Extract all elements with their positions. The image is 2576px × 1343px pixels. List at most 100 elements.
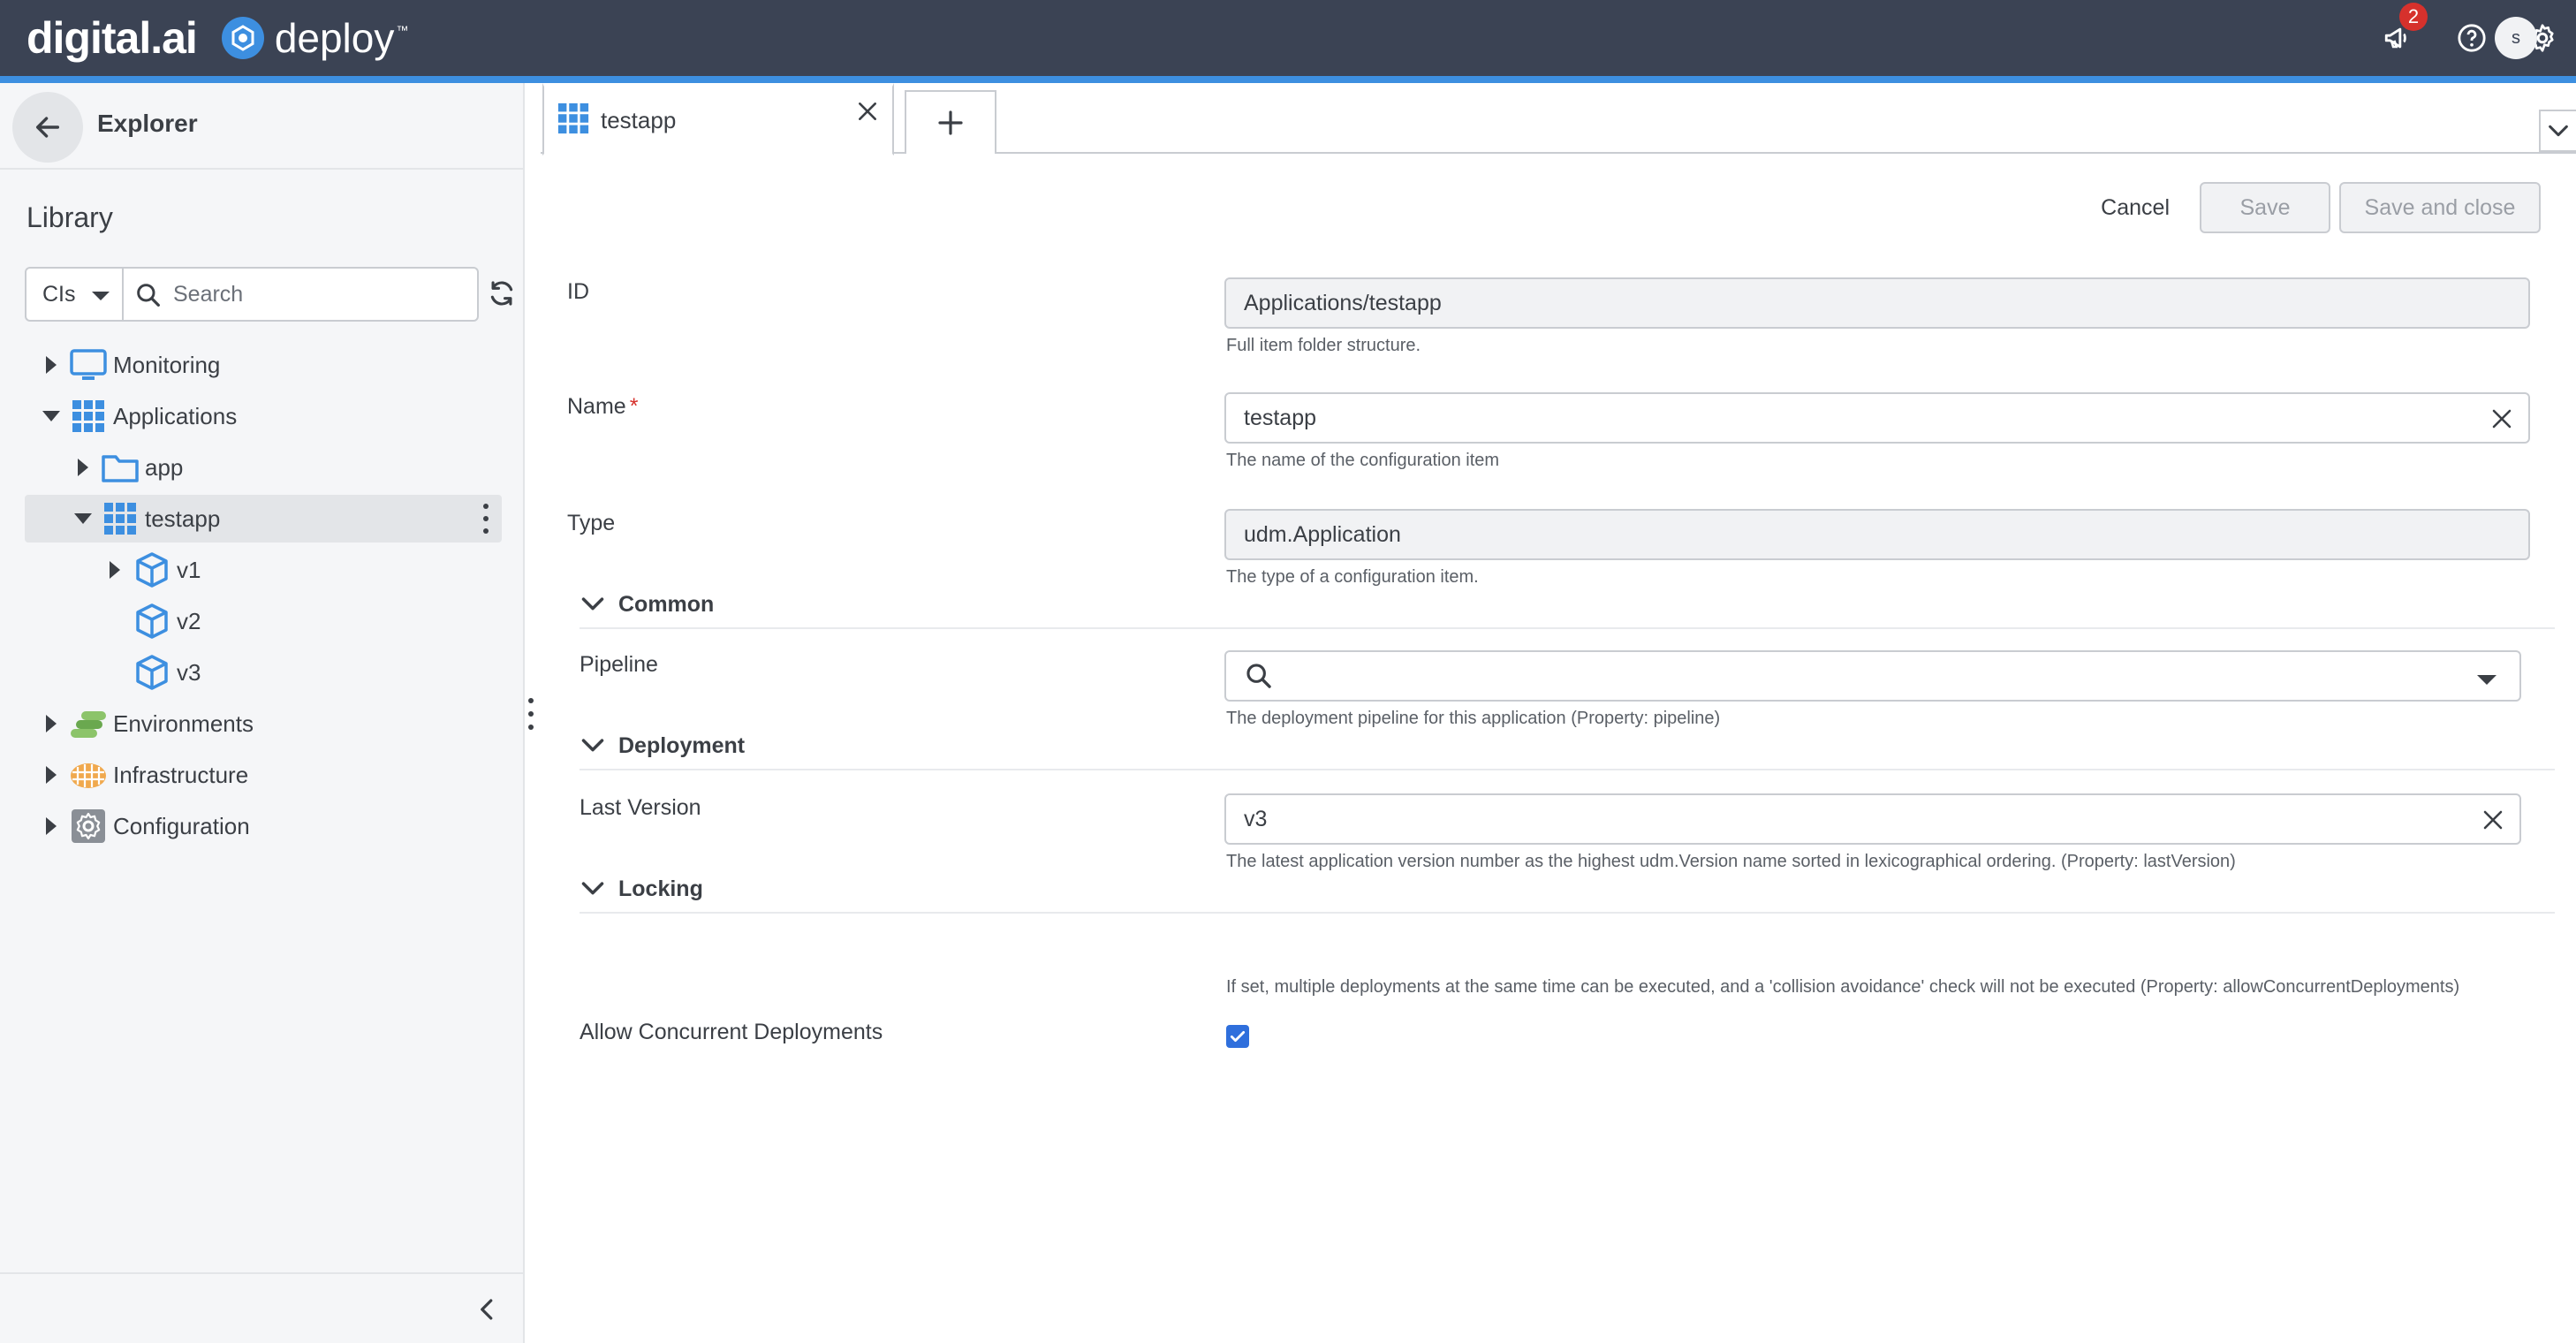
tree-item-label: Infrastructure — [113, 761, 249, 788]
search-box — [122, 267, 479, 322]
panel-resize-handle[interactable] — [527, 698, 535, 730]
name-value: testapp — [1244, 405, 1317, 430]
allow-concurrent-label: Allow Concurrent Deployments — [580, 1020, 883, 1044]
type-field: udm.Application — [1224, 509, 2530, 560]
search-input[interactable] — [173, 274, 465, 315]
package-icon — [133, 550, 171, 589]
chevron-left-icon — [481, 1299, 493, 1320]
plus-icon — [938, 110, 963, 135]
tree-item-v3[interactable]: v3 — [25, 649, 502, 696]
expand-toggle[interactable] — [106, 561, 124, 579]
last-version-field[interactable]: v3 — [1224, 793, 2521, 845]
expand-toggle[interactable] — [42, 766, 60, 784]
expand-toggle[interactable] — [42, 356, 60, 374]
accent-strip — [0, 76, 2576, 83]
tree-item-app[interactable]: app — [25, 444, 502, 491]
clear-last-version-button[interactable] — [2481, 808, 2505, 832]
tree-item-label: Environments — [113, 709, 254, 737]
brand[interactable]: digital.ai deploy ™ — [27, 11, 408, 65]
product-name: deploy — [274, 15, 395, 61]
deploy-logo-icon — [221, 17, 264, 59]
checkmark-icon — [1230, 1031, 1246, 1042]
last-version-value: v3 — [1244, 806, 1268, 831]
help-icon — [2458, 24, 2486, 52]
user-avatar[interactable]: s — [2495, 17, 2537, 59]
refresh-button[interactable] — [484, 276, 519, 311]
section-title: Deployment — [618, 732, 746, 758]
tree-item-applications[interactable]: Applications — [25, 392, 502, 440]
name-field[interactable]: testapp — [1224, 392, 2530, 444]
allow-concurrent-checkbox[interactable] — [1226, 1025, 1249, 1048]
collapse-toggle[interactable] — [42, 407, 60, 425]
ci-type-select[interactable]: CIs — [25, 267, 122, 322]
package-icon — [133, 602, 171, 641]
back-button[interactable] — [12, 92, 83, 163]
tab-label: testapp — [601, 106, 677, 133]
announcements-button[interactable]: 2 — [2375, 3, 2428, 61]
tree-item-label: v1 — [177, 556, 201, 583]
close-icon — [2492, 409, 2512, 429]
section-deployment[interactable]: Deployment — [580, 723, 2555, 770]
brand-logo: digital.ai — [27, 13, 198, 63]
clear-name-button[interactable] — [2489, 406, 2514, 431]
tab-bar: testapp — [541, 83, 2576, 156]
save-and-close-button[interactable]: Save and close — [2339, 182, 2541, 233]
chevron-down-icon — [580, 732, 606, 759]
search-icon — [137, 284, 160, 307]
tree-item-label: Applications — [113, 402, 238, 429]
expand-toggle[interactable] — [42, 817, 60, 835]
type-value: udm.Application — [1244, 521, 1401, 547]
chevron-down-icon — [2549, 125, 2568, 137]
tree-item-label: testapp — [145, 505, 221, 532]
cancel-button[interactable]: Cancel — [2101, 195, 2170, 221]
more-options-icon[interactable] — [481, 504, 491, 534]
tree-item-label: v2 — [177, 607, 201, 634]
id-field: Applications/testapp — [1224, 277, 2530, 329]
pipeline-label: Pipeline — [580, 652, 658, 677]
ci-type-value: CIs — [42, 281, 76, 307]
tree-item-configuration[interactable]: Configuration — [25, 802, 502, 850]
section-title: Common — [618, 591, 715, 617]
id-help: Full item folder structure. — [1226, 336, 1421, 355]
configuration-gear-icon — [69, 807, 108, 846]
caret-down-icon — [2477, 675, 2496, 685]
folder-icon — [101, 448, 140, 487]
id-value: Applications/testapp — [1244, 290, 1442, 315]
section-locking[interactable]: Locking — [580, 866, 2555, 914]
tree-item-label: Configuration — [113, 812, 250, 839]
tree-item-v2[interactable]: v2 — [25, 597, 502, 645]
chevron-down-icon — [580, 591, 606, 618]
pipeline-select[interactable] — [1224, 650, 2521, 702]
tab-testapp[interactable]: testapp — [542, 83, 894, 156]
expand-toggle[interactable] — [74, 459, 92, 476]
allow-concurrent-help: If set, multiple deployments at the same… — [1226, 977, 2460, 997]
sidebar-footer-divider — [0, 1272, 523, 1274]
explorer-title: Explorer — [97, 110, 198, 137]
main-panel: testapp Cancel Save Save and close ID Ap… — [541, 83, 2576, 1343]
add-tab-button[interactable] — [905, 90, 996, 154]
required-marker: * — [629, 394, 639, 419]
name-label: Name * — [567, 394, 639, 419]
tree-item-v1[interactable]: v1 — [25, 546, 502, 594]
collapse-sidebar-button[interactable] — [470, 1292, 505, 1327]
tree-item-infrastructure[interactable]: Infrastructure — [25, 751, 502, 799]
type-label: Type — [567, 511, 616, 535]
id-label: ID — [567, 279, 589, 304]
environments-icon — [69, 704, 108, 743]
expand-toggle[interactable] — [42, 715, 60, 732]
help-button[interactable] — [2449, 15, 2495, 61]
application-grid-icon — [101, 499, 140, 538]
tab-overflow-button[interactable] — [2539, 110, 2576, 152]
application-grid-icon — [557, 102, 590, 140]
section-common[interactable]: Common — [580, 581, 2555, 629]
refresh-icon — [490, 281, 513, 306]
arrow-left-icon — [35, 117, 60, 138]
tree-item-monitoring[interactable]: Monitoring — [25, 341, 502, 389]
close-tab-button[interactable] — [853, 97, 882, 125]
explorer-header: Explorer — [0, 83, 523, 170]
tree-item-testapp[interactable]: testapp — [25, 495, 502, 543]
infrastructure-icon — [69, 755, 108, 794]
tree-item-environments[interactable]: Environments — [25, 700, 502, 747]
save-button[interactable]: Save — [2200, 182, 2330, 233]
collapse-toggle[interactable] — [74, 510, 92, 527]
